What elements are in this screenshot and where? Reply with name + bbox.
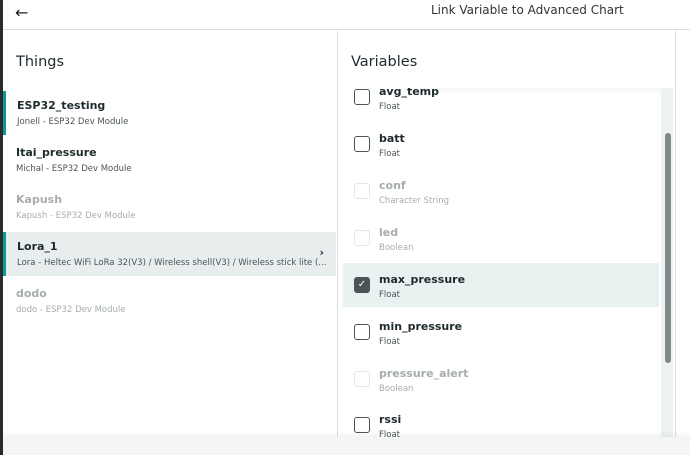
variable-type: Boolean bbox=[379, 243, 414, 253]
header: ← Link Variable to Advanced Chart bbox=[3, 0, 690, 30]
variable-type: Float bbox=[379, 102, 400, 112]
thing-sub: dodo - ESP32 Dev Module bbox=[16, 305, 126, 315]
variable-name: min_pressure bbox=[379, 320, 463, 333]
checkbox-checked[interactable]: ✓ bbox=[354, 277, 370, 293]
variable-item[interactable]: led Boolean bbox=[343, 216, 659, 260]
thing-item-selected[interactable]: Lora_1 Lora - Heltec WiFi LoRa 32(V3) / W… bbox=[3, 232, 336, 276]
variable-type: Character String bbox=[379, 196, 450, 206]
variable-item[interactable]: conf Character String bbox=[343, 169, 659, 213]
variable-name: conf bbox=[379, 179, 406, 192]
variable-item[interactable]: rssi Float bbox=[343, 403, 659, 437]
variable-item[interactable]: pressure_alert Boolean bbox=[343, 357, 659, 401]
checkbox[interactable] bbox=[354, 417, 370, 433]
variable-name: max_pressure bbox=[379, 273, 466, 286]
variable-name: rssi bbox=[379, 413, 402, 426]
thing-sub: Lora - Heltec WiFi LoRa 32(V3) / Wireles… bbox=[17, 258, 327, 268]
thing-sub: Kapush - ESP32 Dev Module bbox=[16, 211, 136, 221]
checkbox[interactable] bbox=[354, 183, 370, 199]
variable-item[interactable]: min_pressure Float bbox=[343, 310, 659, 354]
variable-item-checked[interactable]: ✓ max_pressure Float bbox=[343, 263, 659, 307]
thing-name: Itai_pressure bbox=[16, 146, 97, 159]
variable-type: Float bbox=[379, 430, 400, 437]
thing-name: Kapush bbox=[16, 193, 63, 206]
thing-item[interactable]: Itai_pressure Michal - ESP32 Dev Module bbox=[3, 138, 336, 182]
variable-type: Float bbox=[379, 337, 400, 347]
variables-panel: avg_temp Float Variables batt Float conf Ch… bbox=[339, 31, 676, 437]
things-heading: Things bbox=[16, 54, 65, 70]
things-panel: Things ESP32_testing Jonell - ESP32 Dev M… bbox=[3, 31, 338, 437]
scrollbar-thumb[interactable] bbox=[665, 133, 671, 363]
thing-sub: Michal - ESP32 Dev Module bbox=[16, 164, 132, 174]
thing-name: dodo bbox=[16, 287, 47, 300]
thing-item[interactable]: ESP32_testing Jonell - ESP32 Dev Module bbox=[3, 91, 336, 135]
thing-sub: Jonell - ESP32 Dev Module bbox=[17, 117, 129, 127]
footer bbox=[3, 437, 690, 455]
variable-name: pressure_alert bbox=[379, 367, 469, 380]
variable-name: batt bbox=[379, 132, 405, 145]
checkbox[interactable] bbox=[354, 89, 370, 105]
thing-item[interactable]: Kapush Kapush - ESP32 Dev Module bbox=[3, 185, 336, 229]
checkbox[interactable] bbox=[354, 324, 370, 340]
check-icon: ✓ bbox=[357, 279, 367, 290]
checkbox[interactable] bbox=[354, 136, 370, 152]
checkbox[interactable] bbox=[354, 230, 370, 246]
chevron-right-icon: › bbox=[319, 246, 324, 259]
variables-heading: Variables bbox=[351, 54, 418, 70]
variable-name: led bbox=[379, 226, 399, 239]
arrow-left-icon[interactable]: ← bbox=[15, 3, 28, 22]
page-title: Link Variable to Advanced Chart bbox=[431, 3, 624, 17]
thing-name: Lora_1 bbox=[17, 240, 58, 253]
variable-item[interactable]: batt Float bbox=[343, 122, 659, 166]
variable-type: Boolean bbox=[379, 384, 414, 394]
thing-name: ESP32_testing bbox=[17, 99, 106, 112]
variable-type: Float bbox=[379, 290, 400, 300]
thing-item[interactable]: dodo dodo - ESP32 Dev Module bbox=[3, 279, 336, 323]
checkbox[interactable] bbox=[354, 371, 370, 387]
variable-type: Float bbox=[379, 149, 400, 159]
